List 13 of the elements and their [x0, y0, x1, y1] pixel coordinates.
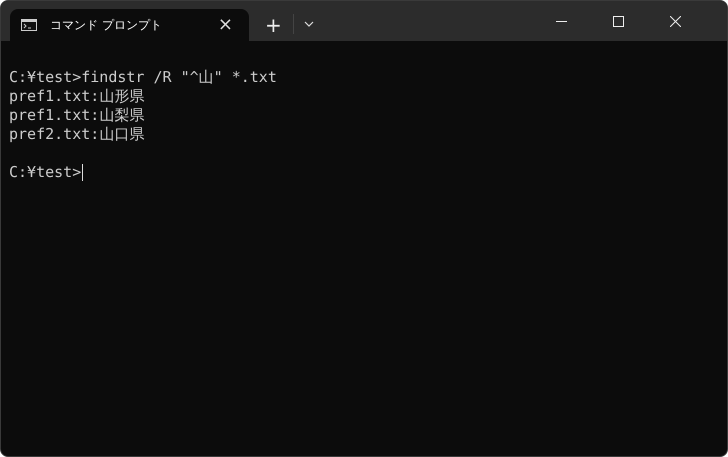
tab-title: コマンド プロンプト: [50, 16, 163, 34]
tab-close-button[interactable]: ×: [214, 15, 237, 35]
command-prompt: C:¥test>: [9, 163, 82, 182]
maximize-icon[interactable]: [613, 16, 624, 27]
terminal-line: pref1.txt:山形県: [9, 87, 144, 106]
close-icon[interactable]: [670, 16, 681, 27]
terminal-line: pref1.txt:山梨県: [9, 106, 144, 125]
dropdown-icon[interactable]: [304, 21, 314, 27]
terminal-line: pref2.txt:山口県: [9, 125, 144, 144]
terminal-line: C:¥test>findstr /R "^山" *.txt: [9, 68, 277, 87]
new-tab-button[interactable]: +: [261, 14, 286, 36]
tab[interactable]: コマンド プロンプト ×: [10, 9, 249, 41]
terminal-icon: [21, 19, 37, 31]
